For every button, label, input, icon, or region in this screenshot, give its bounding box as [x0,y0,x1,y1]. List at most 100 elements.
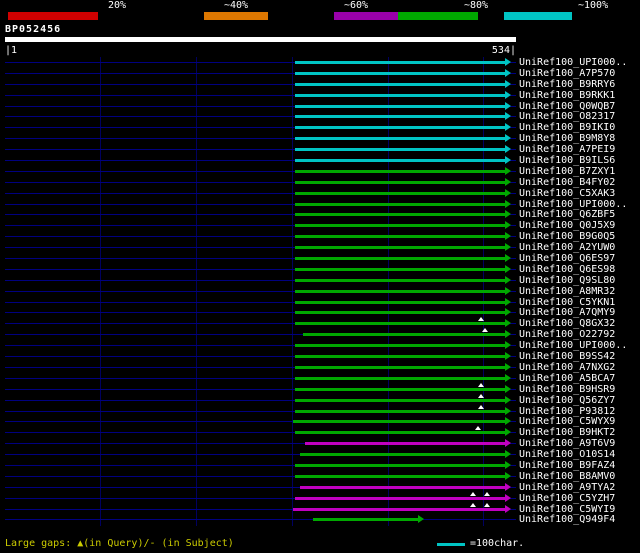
hit-label[interactable]: UniRef100_UPI000.. [519,57,627,68]
hit-label[interactable]: UniRef100_Q6ZBF5 [519,209,615,220]
match-bar[interactable] [295,71,506,75]
alignment-row: UniRef100_C5XAK3 [0,188,640,199]
hit-label[interactable]: UniRef100_UPI000.. [519,340,627,351]
match-bar[interactable] [295,387,506,391]
match-bar[interactable] [303,333,506,337]
match-bar[interactable] [295,344,506,348]
match-bar[interactable] [295,137,506,141]
hit-label[interactable]: UniRef100_UPI000.. [519,199,627,210]
match-bar[interactable] [295,246,506,250]
match-bar[interactable] [295,322,506,326]
match-bar[interactable] [295,289,506,293]
hit-label[interactable]: UniRef100_A7P570 [519,68,615,79]
hit-label[interactable]: UniRef100_A7QMY9 [519,307,615,318]
match-bar[interactable] [295,213,506,217]
hit-label[interactable]: UniRef100_O22792 [519,329,615,340]
match-bar[interactable] [295,474,506,478]
hit-label[interactable]: UniRef100_B9RRY6 [519,79,615,90]
match-bar[interactable] [295,191,506,195]
match-bar[interactable] [295,365,506,369]
match-bar[interactable] [292,420,506,424]
hit-label[interactable]: UniRef100_P93812 [519,406,615,417]
alignment-row: UniRef100_B4FY02 [0,177,640,188]
arrowhead-icon [505,406,512,415]
match-bar[interactable] [295,398,506,402]
arrowhead-icon [505,493,512,502]
alignment-row: UniRef100_A9T6V9 [0,438,640,449]
hit-label[interactable]: UniRef100_B9HKT2 [519,427,615,438]
hit-label[interactable]: UniRef100_Q6ES97 [519,253,615,264]
match-bar[interactable] [295,235,506,239]
hit-label[interactable]: UniRef100_O10S14 [519,449,615,460]
match-bar[interactable] [295,300,506,304]
hit-label[interactable]: UniRef100_Q56ZY7 [519,395,615,406]
match-bar[interactable] [295,278,506,282]
hit-label[interactable]: UniRef100_A7NXG2 [519,362,615,373]
match-bar[interactable] [295,409,506,413]
match-bar[interactable] [300,485,506,489]
hit-label[interactable]: UniRef100_B9M8Y8 [519,133,615,144]
match-bar[interactable] [295,169,506,173]
alignment-row: UniRef100_B9RKK1 [0,90,640,101]
hit-label[interactable]: UniRef100_B9SS42 [519,351,615,362]
alignment-row: UniRef100_A7PEI9 [0,144,640,155]
match-bar[interactable] [295,496,506,500]
match-bar[interactable] [295,257,506,261]
hit-label[interactable]: UniRef100_B4FY02 [519,177,615,188]
match-bar[interactable] [295,115,506,119]
hit-label[interactable]: UniRef100_Q0WQB7 [519,101,615,112]
match-bar[interactable] [295,126,506,130]
hit-label[interactable]: UniRef100_A8MR32 [519,286,615,297]
hit-label[interactable]: UniRef100_C5YKN1 [519,297,615,308]
hit-label[interactable]: UniRef100_O82317 [519,111,615,122]
hit-label[interactable]: UniRef100_Q8GX32 [519,318,615,329]
match-bar[interactable] [295,431,506,435]
hit-label[interactable]: UniRef100_A5BCA7 [519,373,615,384]
hit-label[interactable]: UniRef100_Q6ES98 [519,264,615,275]
hit-label[interactable]: UniRef100_A9T6V9 [519,438,615,449]
hit-label[interactable]: UniRef100_C5WYX9 [519,416,615,427]
match-bar[interactable] [300,453,506,457]
match-bar[interactable] [295,224,506,228]
hit-label[interactable]: UniRef100_A7PEI9 [519,144,615,155]
hit-label[interactable]: UniRef100_B9HSR9 [519,384,615,395]
hit-label[interactable]: UniRef100_B9RKK1 [519,90,615,101]
hit-label[interactable]: UniRef100_Q0J5X9 [519,220,615,231]
match-bar[interactable] [295,463,506,467]
match-bar[interactable] [295,104,506,108]
hit-label[interactable]: UniRef100_B9G0Q5 [519,231,615,242]
match-bar[interactable] [295,148,506,152]
hit-label[interactable]: UniRef100_B7ZXY1 [519,166,615,177]
match-bar[interactable] [295,93,506,97]
match-bar[interactable] [295,61,506,64]
hit-label[interactable]: UniRef100_C5WYI9 [519,504,615,515]
match-bar[interactable] [295,82,506,86]
hit-label[interactable]: UniRef100_C5YZH7 [519,493,615,504]
hit-label[interactable]: UniRef100_Q9SL80 [519,275,615,286]
alignment-row: UniRef100_B9FAZ4 [0,460,640,471]
match-bar[interactable] [295,267,506,271]
arrowhead-icon [505,275,512,284]
query-gap-marker-icon [477,382,484,387]
hit-label[interactable]: UniRef100_B8AMV0 [519,471,615,482]
match-bar[interactable] [295,202,506,206]
hit-label[interactable]: UniRef100_Q949F4 [519,514,615,525]
match-bar[interactable] [305,442,506,446]
query-bar [5,37,516,42]
hit-label[interactable]: UniRef100_A2YUW0 [519,242,615,253]
arrowhead-icon [505,101,512,110]
hit-label[interactable]: UniRef100_B9IKI0 [519,122,615,133]
match-bar[interactable] [295,180,506,184]
hit-label[interactable]: UniRef100_A9TYA2 [519,482,615,493]
match-bar[interactable] [292,507,506,511]
match-bar[interactable] [312,518,419,522]
hit-label[interactable]: UniRef100_B9ILS6 [519,155,615,166]
query-gap-marker-icon [482,328,489,333]
match-bar[interactable] [295,376,506,380]
hit-label[interactable]: UniRef100_B9FAZ4 [519,460,615,471]
match-bar[interactable] [295,355,506,359]
match-bar[interactable] [295,311,506,315]
match-bar[interactable] [295,159,506,163]
arrowhead-icon [505,352,512,361]
hit-label[interactable]: UniRef100_C5XAK3 [519,188,615,199]
